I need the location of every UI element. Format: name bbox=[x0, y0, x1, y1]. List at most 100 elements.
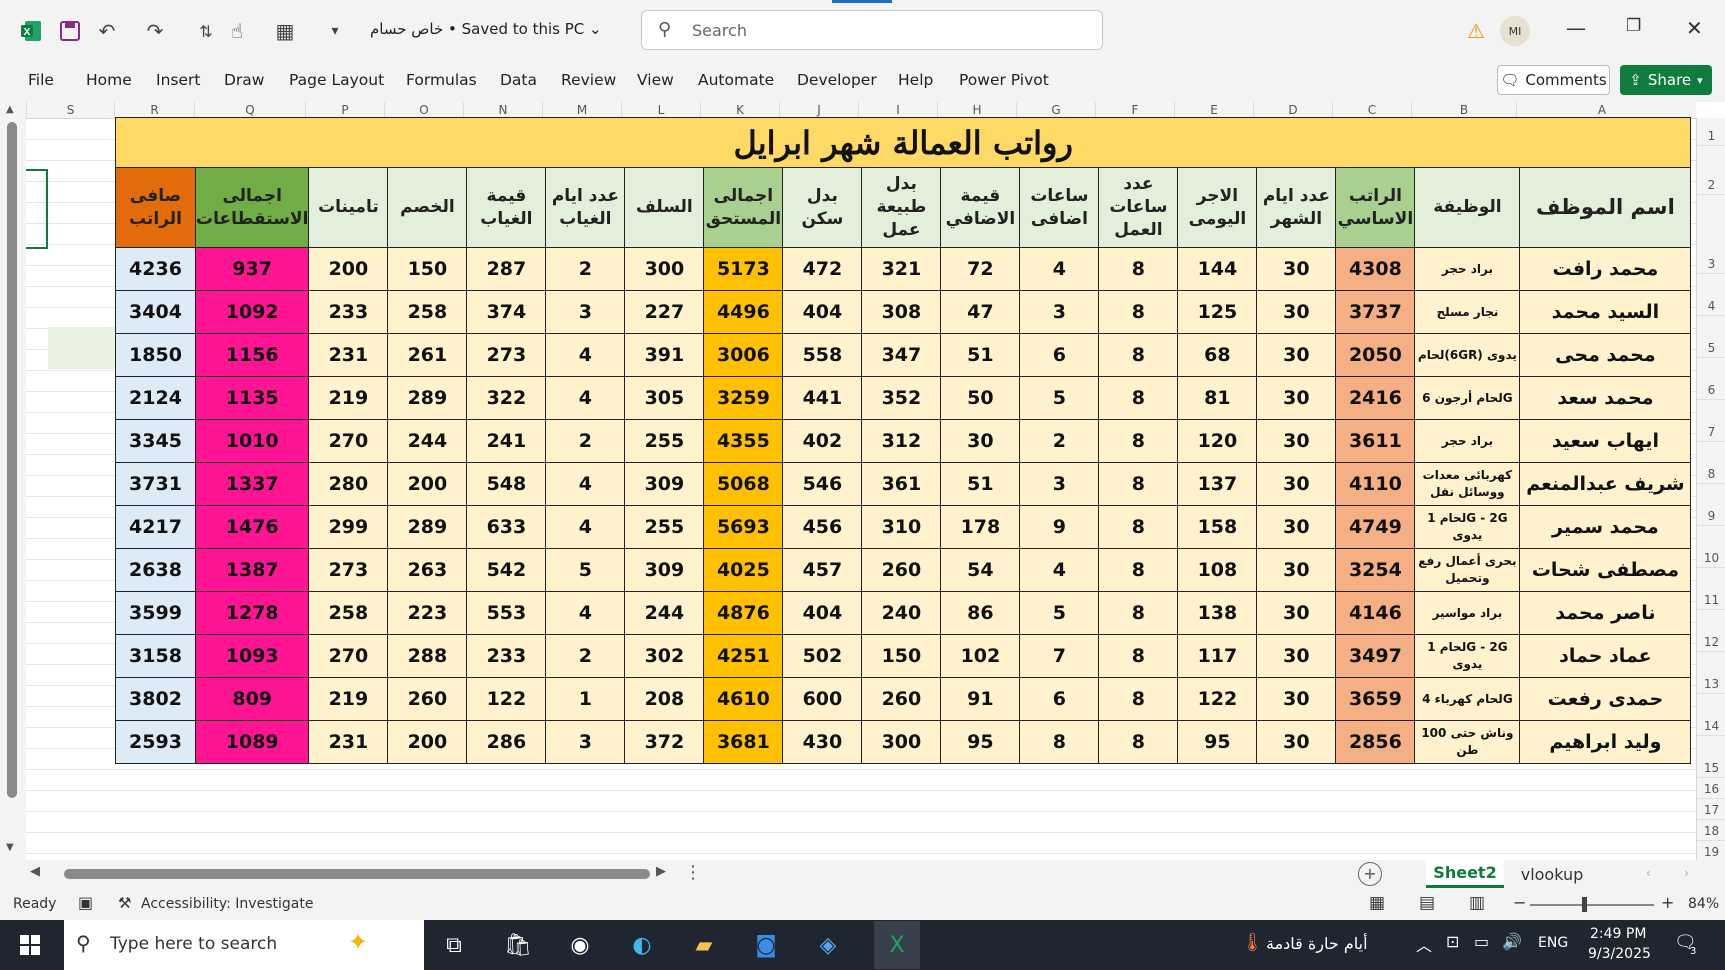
table-cell[interactable]: 200 bbox=[387, 462, 468, 506]
table-cell[interactable]: 6 bbox=[1019, 677, 1100, 721]
table-cell[interactable]: 178 bbox=[940, 505, 1021, 549]
table-cell[interactable]: 1089 bbox=[194, 720, 310, 764]
column-header-g[interactable]: G bbox=[1016, 102, 1095, 118]
sheet-title[interactable]: رواتب العمالة شهر ابرايل bbox=[114, 117, 1692, 168]
scroll-down-icon[interactable]: ▼ bbox=[6, 842, 14, 853]
page-break-view-icon[interactable]: ▥ bbox=[1469, 893, 1485, 913]
table-cell[interactable]: 1093 bbox=[194, 634, 310, 678]
table-cell[interactable]: 4217 bbox=[115, 505, 196, 549]
tab-review[interactable]: Review bbox=[561, 71, 616, 89]
column-header-n[interactable]: N bbox=[463, 102, 542, 118]
table-cell[interactable]: 122 bbox=[466, 677, 547, 721]
table-cell[interactable]: 1337 bbox=[194, 462, 310, 506]
table-cell[interactable]: 2 bbox=[545, 419, 626, 463]
minimize-icon[interactable]: — bbox=[1566, 16, 1586, 40]
table-cell[interactable]: 502 bbox=[782, 634, 863, 678]
scroll-right-icon[interactable]: ▶ bbox=[656, 864, 666, 879]
add-sheet-icon[interactable]: + bbox=[1358, 862, 1382, 886]
employee-name-cell[interactable]: شريف عبدالمنعم bbox=[1519, 462, 1692, 506]
table-cell[interactable]: 286 bbox=[466, 720, 547, 764]
windows-start-icon[interactable] bbox=[14, 930, 46, 960]
table-cell[interactable]: 138 bbox=[1177, 591, 1258, 635]
table-cell[interactable]: 208 bbox=[624, 677, 705, 721]
avatar[interactable]: MI bbox=[1500, 16, 1530, 46]
column-header-i[interactable]: I bbox=[858, 102, 937, 118]
table-cell[interactable]: 4355 bbox=[703, 419, 784, 463]
table-cell[interactable]: 4308 bbox=[1335, 247, 1416, 291]
table-cell[interactable]: 8 bbox=[1019, 720, 1100, 764]
table-cell[interactable]: 1010 bbox=[194, 419, 310, 463]
job-cell[interactable]: بحرى أعمال رفع وتحميل bbox=[1414, 548, 1521, 592]
tab-page-layout[interactable]: Page Layout bbox=[289, 71, 384, 89]
column-title-0[interactable]: صافى الراتب bbox=[115, 167, 196, 248]
employee-name-cell[interactable]: حمدى رفعت bbox=[1519, 677, 1692, 721]
table-cell[interactable]: 258 bbox=[387, 290, 468, 334]
table-cell[interactable]: 6 bbox=[1019, 333, 1100, 377]
table-cell[interactable]: 30 bbox=[1256, 634, 1337, 678]
job-cell[interactable]: لحام كهرباء 4G bbox=[1414, 677, 1521, 721]
table-cell[interactable]: 4110 bbox=[1335, 462, 1416, 506]
copilot-icon[interactable]: ◉ bbox=[564, 930, 596, 960]
table-cell[interactable]: 8 bbox=[1098, 419, 1179, 463]
table-cell[interactable]: 352 bbox=[861, 376, 942, 420]
battery-icon[interactable]: ▭ bbox=[1474, 932, 1489, 951]
save-icon[interactable] bbox=[56, 18, 84, 44]
macro-recording-icon[interactable]: ▣ bbox=[78, 893, 93, 912]
table-cell[interactable]: 108 bbox=[1177, 548, 1258, 592]
table-cell[interactable]: 50 bbox=[940, 376, 1021, 420]
tab-power-pivot[interactable]: Power Pivot bbox=[959, 71, 1049, 89]
table-cell[interactable]: 81 bbox=[1177, 376, 1258, 420]
table-cell[interactable]: 3404 bbox=[115, 290, 196, 334]
table-cell[interactable]: 4251 bbox=[703, 634, 784, 678]
table-cell[interactable]: 30 bbox=[1256, 419, 1337, 463]
table-cell[interactable]: 8 bbox=[1098, 376, 1179, 420]
tab-formulas[interactable]: Formulas bbox=[406, 71, 477, 89]
table-cell[interactable]: 120 bbox=[1177, 419, 1258, 463]
table-cell[interactable]: 8 bbox=[1098, 634, 1179, 678]
clock-time[interactable]: 2:49 PM bbox=[1590, 926, 1646, 942]
table-cell[interactable]: 95 bbox=[1177, 720, 1258, 764]
row-header-17[interactable]: 17 bbox=[1697, 799, 1725, 820]
table-cell[interactable]: 809 bbox=[194, 677, 310, 721]
outlook-icon[interactable]: ◙ bbox=[750, 930, 782, 960]
table-cell[interactable]: 3 bbox=[545, 290, 626, 334]
column-header-q[interactable]: Q bbox=[194, 102, 305, 118]
table-cell[interactable]: 312 bbox=[861, 419, 942, 463]
table-cell[interactable]: 137 bbox=[1177, 462, 1258, 506]
document-title[interactable]: خاص حسام • Saved to this PC ⌄ bbox=[370, 20, 602, 38]
table-cell[interactable]: 8 bbox=[1098, 333, 1179, 377]
table-cell[interactable]: 30 bbox=[1256, 290, 1337, 334]
table-cell[interactable]: 240 bbox=[861, 591, 942, 635]
table-cell[interactable]: 322 bbox=[466, 376, 547, 420]
table-cell[interactable]: 4236 bbox=[115, 247, 196, 291]
table-cell[interactable]: 3599 bbox=[115, 591, 196, 635]
table-cell[interactable]: 321 bbox=[861, 247, 942, 291]
next-sheet-icon[interactable]: › bbox=[1684, 866, 1689, 880]
column-title-3[interactable]: الخصم bbox=[387, 167, 468, 248]
table-cell[interactable]: 4 bbox=[545, 505, 626, 549]
table-cell[interactable]: 223 bbox=[387, 591, 468, 635]
column-title-9[interactable]: بدل طبيعة عمل bbox=[861, 167, 942, 248]
table-cell[interactable]: 2416 bbox=[1335, 376, 1416, 420]
table-cell[interactable]: 91 bbox=[940, 677, 1021, 721]
table-cell[interactable]: 3659 bbox=[1335, 677, 1416, 721]
table-cell[interactable]: 305 bbox=[624, 376, 705, 420]
table-cell[interactable]: 30 bbox=[940, 419, 1021, 463]
tab-insert[interactable]: Insert bbox=[156, 71, 200, 89]
table-cell[interactable]: 1850 bbox=[115, 333, 196, 377]
table-cell[interactable]: 3 bbox=[545, 720, 626, 764]
table-cell[interactable]: 2638 bbox=[115, 548, 196, 592]
redo-icon[interactable]: ↷ bbox=[142, 18, 168, 44]
column-header-l[interactable]: L bbox=[621, 102, 700, 118]
table-cell[interactable]: 51 bbox=[940, 333, 1021, 377]
table-cell[interactable]: 125 bbox=[1177, 290, 1258, 334]
row-header-14[interactable]: 14 bbox=[1697, 694, 1725, 736]
table-cell[interactable]: 30 bbox=[1256, 333, 1337, 377]
table-cell[interactable]: 3 bbox=[1019, 290, 1100, 334]
employee-name-cell[interactable]: محمد محى bbox=[1519, 333, 1692, 377]
table-cell[interactable]: 72 bbox=[940, 247, 1021, 291]
table-cell[interactable]: 2593 bbox=[115, 720, 196, 764]
table-cell[interactable]: 8 bbox=[1098, 677, 1179, 721]
employee-name-cell[interactable]: ايهاب سعيد bbox=[1519, 419, 1692, 463]
table-cell[interactable]: 558 bbox=[782, 333, 863, 377]
